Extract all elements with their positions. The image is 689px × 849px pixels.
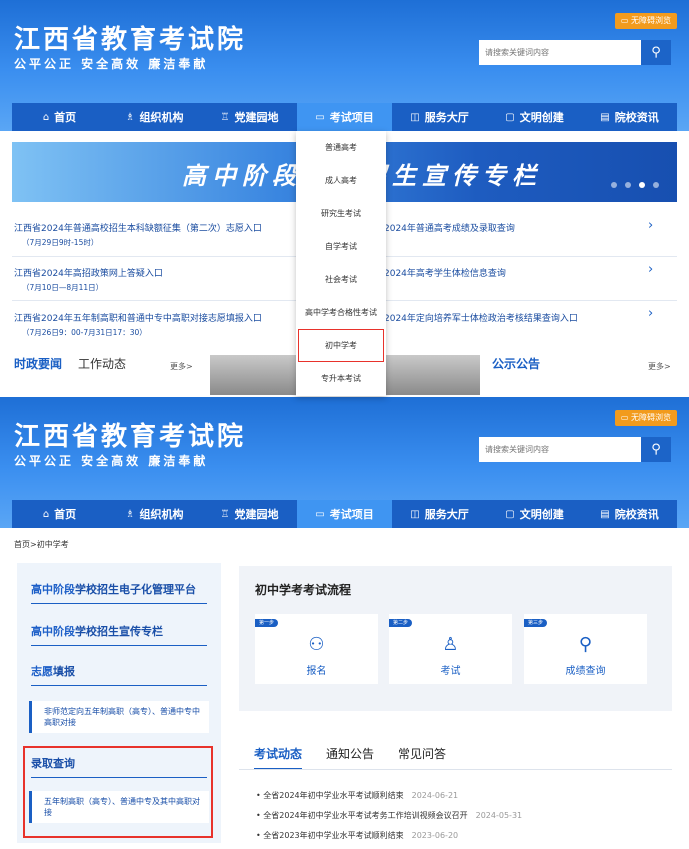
tab-exam-news[interactable]: 考试动态 [254,745,303,770]
more-link[interactable]: 更多> [648,361,671,372]
quick-link[interactable]: 江西省2024年高招政策网上答疑入口 （7月10日—8月11日） [14,266,163,293]
quick-link[interactable]: 2024年高考学生体检信息查询 [384,266,506,279]
nav-organization[interactable]: ♗ 组织机构 [107,500,202,528]
carousel-dots[interactable] [611,182,659,188]
nav-organization[interactable]: ♗ 组织机构 [107,103,202,131]
tab-politics-news[interactable]: 时政要闻 [14,355,62,372]
news-item[interactable]: • 全省2023年初中学业水平考试顺利结束 2023-06-20 [256,830,458,841]
book-icon: ▭ [315,508,325,520]
search-button[interactable]: ⚲ [641,40,671,65]
service-icon: ◫ [410,508,420,520]
process-title: 初中学考考试流程 [255,583,352,597]
nav-party[interactable]: ♖ 党建园地 [202,103,297,131]
search-box: ⚲ [479,437,671,462]
search-icon: ⚲ [651,442,661,457]
org-icon: ♗ [125,111,135,123]
book-icon: ▭ [315,111,325,123]
step-score-query[interactable]: 第三步 ⚲ 成绩查询 [524,614,647,684]
service-icon: ◫ [410,111,420,123]
menu-item[interactable]: 高中学考合格性考试 [296,296,386,329]
exam-icon: ♙ [442,634,459,655]
news-tabs: 考试动态 通知公告 常见问答 [254,745,446,770]
menu-item-junior-exam[interactable]: 初中学考 [298,329,384,362]
quick-link[interactable]: 江西省2024年普通高校招生本科缺额征集（第二次）志愿入口 （7月29日9时-15… [14,221,262,248]
magnifier-icon: ⚲ [578,634,593,655]
exam-process-panel: 初中学考考试流程 第一步 ⚇ 报名 第二步 ♙ 考试 第三步 ⚲ 成绩查询 [239,566,672,711]
nav-exams[interactable]: ▭ 考试项目 [297,103,392,131]
tab-work-news[interactable]: 工作动态 [78,355,126,372]
news-item[interactable]: • 全省2024年初中学业水平考试考务工作培训视频会议召开 2024-05-31 [256,810,522,821]
party-icon: ♖ [220,111,230,123]
home-icon: ⌂ [42,508,50,520]
menu-item[interactable]: 专升本考试 [296,362,386,395]
tab-notices[interactable]: 通知公告 [326,745,374,770]
site-slogan: 公平公正 安全高效 廉洁奉献 [14,57,209,71]
site-slogan: 公平公正 安全高效 廉洁奉献 [14,454,209,468]
highlight-box [23,746,213,838]
nav-civilization[interactable]: ▢ 文明创建 [487,103,582,131]
tab-faq[interactable]: 常见问答 [398,745,446,770]
home-icon: ⌂ [42,111,50,123]
menu-item[interactable]: 普通高考 [296,131,386,164]
sidebar-link-platform[interactable]: 高中阶段学校招生电子化管理平台 [31,581,196,597]
nav-exams[interactable]: ▭ 考试项目 [297,500,392,528]
more-link[interactable]: 更多> [170,361,193,372]
exam-dropdown-menu: 普通高考 成人高考 研究生考试 自学考试 社会考试 高中学考合格性考试 初中学考… [296,131,386,396]
main-nav: ⌂ 首页 ♗ 组织机构 ♖ 党建园地 ▭ 考试项目 ◫ 服务大厅 ▢ 文明创建 ▤ 院校资讯 [12,500,677,528]
accessibility-button[interactable]: ▭ 无障碍浏览 [614,13,677,29]
chevron-right-icon[interactable]: › [648,218,653,233]
sidebar-link-application[interactable]: 非师范定向五年制高职（高专）、普通中专中高职对接 [29,701,209,733]
nav-news[interactable]: ▤ 院校资讯 [582,103,677,131]
step-exam[interactable]: 第二步 ♙ 考试 [389,614,512,684]
nav-service[interactable]: ◫ 服务大厅 [392,103,487,131]
nav-home[interactable]: ⌂ 首页 [12,103,107,131]
news-item[interactable]: • 全省2024年初中学业水平考试顺利结束 2024-06-21 [256,790,458,801]
search-input[interactable] [479,437,641,462]
chevron-right-icon[interactable]: › [648,306,653,321]
search-box: ⚲ [479,40,671,65]
nav-civilization[interactable]: ▢ 文明创建 [487,500,582,528]
site-title: 江西省教育考试院 [14,422,247,452]
menu-item[interactable]: 成人高考 [296,164,386,197]
news-icon: ▤ [600,111,610,123]
site-header-2: 江西省教育考试院 公平公正 安全高效 廉洁奉献 ▭ 无障碍浏览 ⚲ ⌂首页 ♗组… [0,397,689,528]
nav-party[interactable]: ♖ 党建园地 [202,500,297,528]
search-icon: ⚲ [651,45,661,60]
menu-item[interactable]: 研究生考试 [296,197,386,230]
quick-link[interactable]: 2024年定向培养军士体检政治考核结果查询入口 [384,311,578,324]
monitor-icon: ▢ [505,111,515,123]
tab-announcements[interactable]: 公示公告 [492,355,540,372]
step-register[interactable]: 第一步 ⚇ 报名 [255,614,378,684]
nav-news[interactable]: ▤ 院校资讯 [582,500,677,528]
org-icon: ♗ [125,508,135,520]
site-title: 江西省教育考试院 [14,25,247,55]
monitor-icon: ▢ [505,508,515,520]
sidebar-heading-application: 志愿填报 [31,665,75,678]
breadcrumb[interactable]: 首页>初中学考 [14,539,69,550]
main-nav: ⌂ 首页 ♗ 组织机构 ♖ 党建园地 ▭ 考试项目 ◫ 服务大厅 ▢ 文明创建 ▤ 院校资讯 [12,103,677,131]
sidebar-link-promo[interactable]: 高中阶段学校招生宣传专栏 [31,623,163,639]
party-icon: ♖ [220,508,230,520]
nav-service[interactable]: ◫ 服务大厅 [392,500,487,528]
chevron-right-icon[interactable]: › [648,262,653,277]
menu-item[interactable]: 社会考试 [296,263,386,296]
search-button[interactable]: ⚲ [641,437,671,462]
nav-home[interactable]: ⌂ 首页 [12,500,107,528]
search-input[interactable] [479,40,641,65]
menu-item[interactable]: 自学考试 [296,230,386,263]
news-icon: ▤ [600,508,610,520]
people-icon: ⚇ [308,634,325,655]
quick-link[interactable]: 江西省2024年五年制高职和普通中专中高职对接志愿填报入口 （7月26日9：00-… [14,311,262,338]
site-header: 江西省教育考试院 公平公正 安全高效 廉洁奉献 ▭ 无障碍浏览 ⚲ ⌂首页 ♗组… [0,0,689,131]
accessibility-button[interactable]: ▭ 无障碍浏览 [614,410,677,426]
quick-link[interactable]: 2024年普通高考成绩及录取查询 [384,221,515,234]
